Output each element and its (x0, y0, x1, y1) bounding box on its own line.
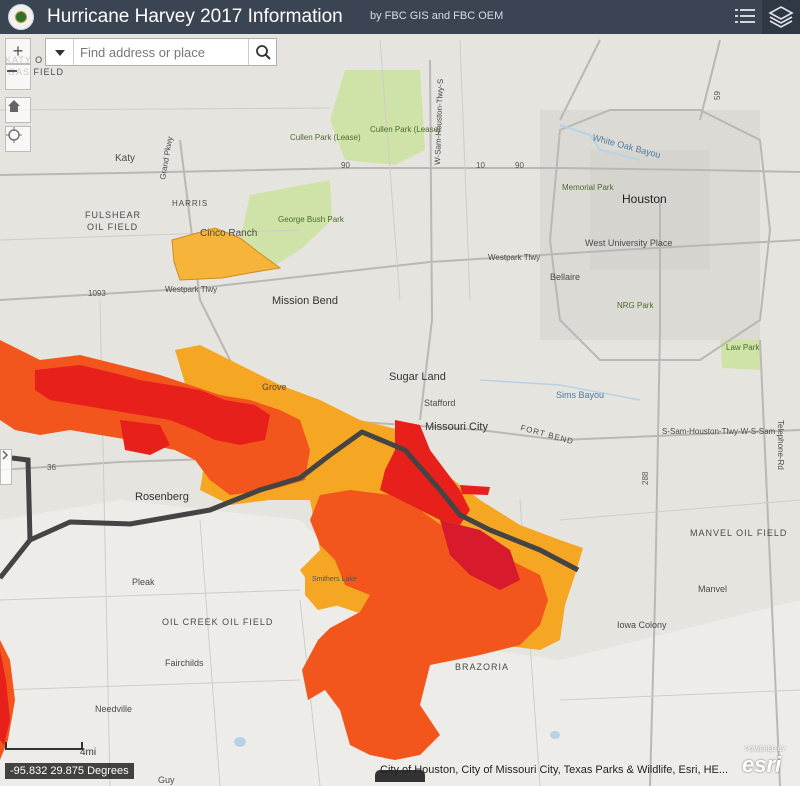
label-cullen-park-1: Cullen Park (Lease) (290, 133, 361, 142)
panel-expand-tab[interactable] (0, 449, 12, 485)
label-missouri-city: Missouri City (425, 421, 488, 433)
label-iowa-colony: Iowa Colony (617, 620, 667, 630)
label-mission-bend: Mission Bend (272, 295, 338, 307)
label-houston: Houston (622, 192, 667, 206)
label-fairchilds: Fairchilds (165, 658, 204, 668)
search-input[interactable] (80, 39, 240, 65)
label-manvel-oil-field: MANVEL OIL FIELD (690, 528, 787, 538)
label-stafford: Stafford (424, 398, 455, 408)
label-cinco-ranch: Cinco Ranch (200, 228, 257, 239)
label-sugar-land: Sugar Land (389, 371, 446, 383)
app-subtitle: by FBC GIS and FBC OEM (370, 10, 504, 22)
search-icon (256, 45, 271, 60)
layers-icon[interactable] (762, 0, 800, 34)
label-needville: Needville (95, 704, 132, 714)
label-hwy-59: 59 (713, 91, 722, 100)
label-guy: Guy (158, 775, 175, 785)
search-box (45, 38, 277, 66)
home-button[interactable] (5, 97, 31, 123)
label-brazoria: BRAZORIA (455, 662, 509, 672)
zoom-out-button[interactable] (5, 64, 31, 90)
label-sims-bayou: Sims Bayou (556, 390, 604, 400)
label-manvel: Manvel (698, 584, 727, 594)
label-katy: Katy (115, 153, 135, 164)
label-oil-creek-oil-field: OIL CREEK OIL FIELD (162, 617, 273, 627)
label-grove: Grove (262, 382, 287, 392)
locate-button[interactable] (5, 126, 31, 152)
search-button[interactable] (248, 39, 276, 65)
home-icon (8, 100, 20, 112)
search-source-dropdown[interactable] (46, 39, 74, 65)
label-harris: HARRIS (172, 199, 208, 208)
map-attribution[interactable]: City of Houston, City of Missouri City, … (380, 764, 728, 776)
chevron-right-icon (2, 450, 9, 460)
label-telephone-rd: Telephone-Rd (776, 420, 785, 470)
basemap: KATY O GAS FIELD Katy FULSHEAR OIL FIELD… (0, 34, 800, 786)
coordinate-readout: -95.832 29.875 Degrees (5, 763, 134, 779)
label-hwy-288: 288 (641, 471, 650, 485)
label-west-university-place: West University Place (585, 238, 672, 248)
label-pleak: Pleak (132, 577, 155, 587)
scale-bar (5, 742, 83, 750)
label-oil-field: OIL FIELD (87, 222, 138, 232)
label-hwy-90b: 90 (515, 161, 524, 170)
label-hwy-90: 90 (341, 161, 350, 170)
label-s-sam-houston: S-Sam-Houston-Tlwy-W-S-Sam (662, 427, 776, 436)
label-smithers-lake: Smithers Lake (312, 576, 357, 583)
legend-list-icon[interactable] (733, 4, 757, 28)
label-nrg-park: NRG Park (617, 301, 654, 310)
label-george-bush-park: George Bush Park (278, 215, 345, 224)
label-hwy-1093: 1093 (88, 289, 106, 298)
zoom-in-button[interactable]: + (5, 38, 31, 64)
label-westpark-tlwy-2: Westpark Tlwy (165, 285, 217, 294)
label-fulshear: FULSHEAR (85, 210, 141, 220)
cullen-park-area (330, 70, 425, 165)
label-rosenberg: Rosenberg (135, 491, 189, 503)
label-westpark-tlwy-1: Westpark Tlwy (488, 253, 540, 262)
esri-logo[interactable]: esri (742, 752, 781, 778)
label-memorial-park: Memorial Park (562, 183, 615, 192)
label-hwy-10: 10 (476, 161, 485, 170)
zoom-in-label: + (12, 40, 24, 61)
label-hwy-36: 36 (47, 463, 56, 472)
county-seal-logo (8, 4, 34, 30)
label-bellaire: Bellaire (550, 272, 580, 282)
label-law-park: Law Park (726, 343, 760, 352)
locate-icon (6, 127, 22, 143)
app-header: Hurricane Harvey 2017 Information by FBC… (0, 0, 800, 34)
map-view[interactable]: KATY O GAS FIELD Katy FULSHEAR OIL FIELD… (0, 34, 800, 786)
label-cullen-park-2: Cullen Park (Lease) (370, 125, 441, 134)
minus-icon (7, 70, 17, 72)
scale-label: 4mi (80, 747, 97, 758)
app-title: Hurricane Harvey 2017 Information (47, 6, 343, 27)
